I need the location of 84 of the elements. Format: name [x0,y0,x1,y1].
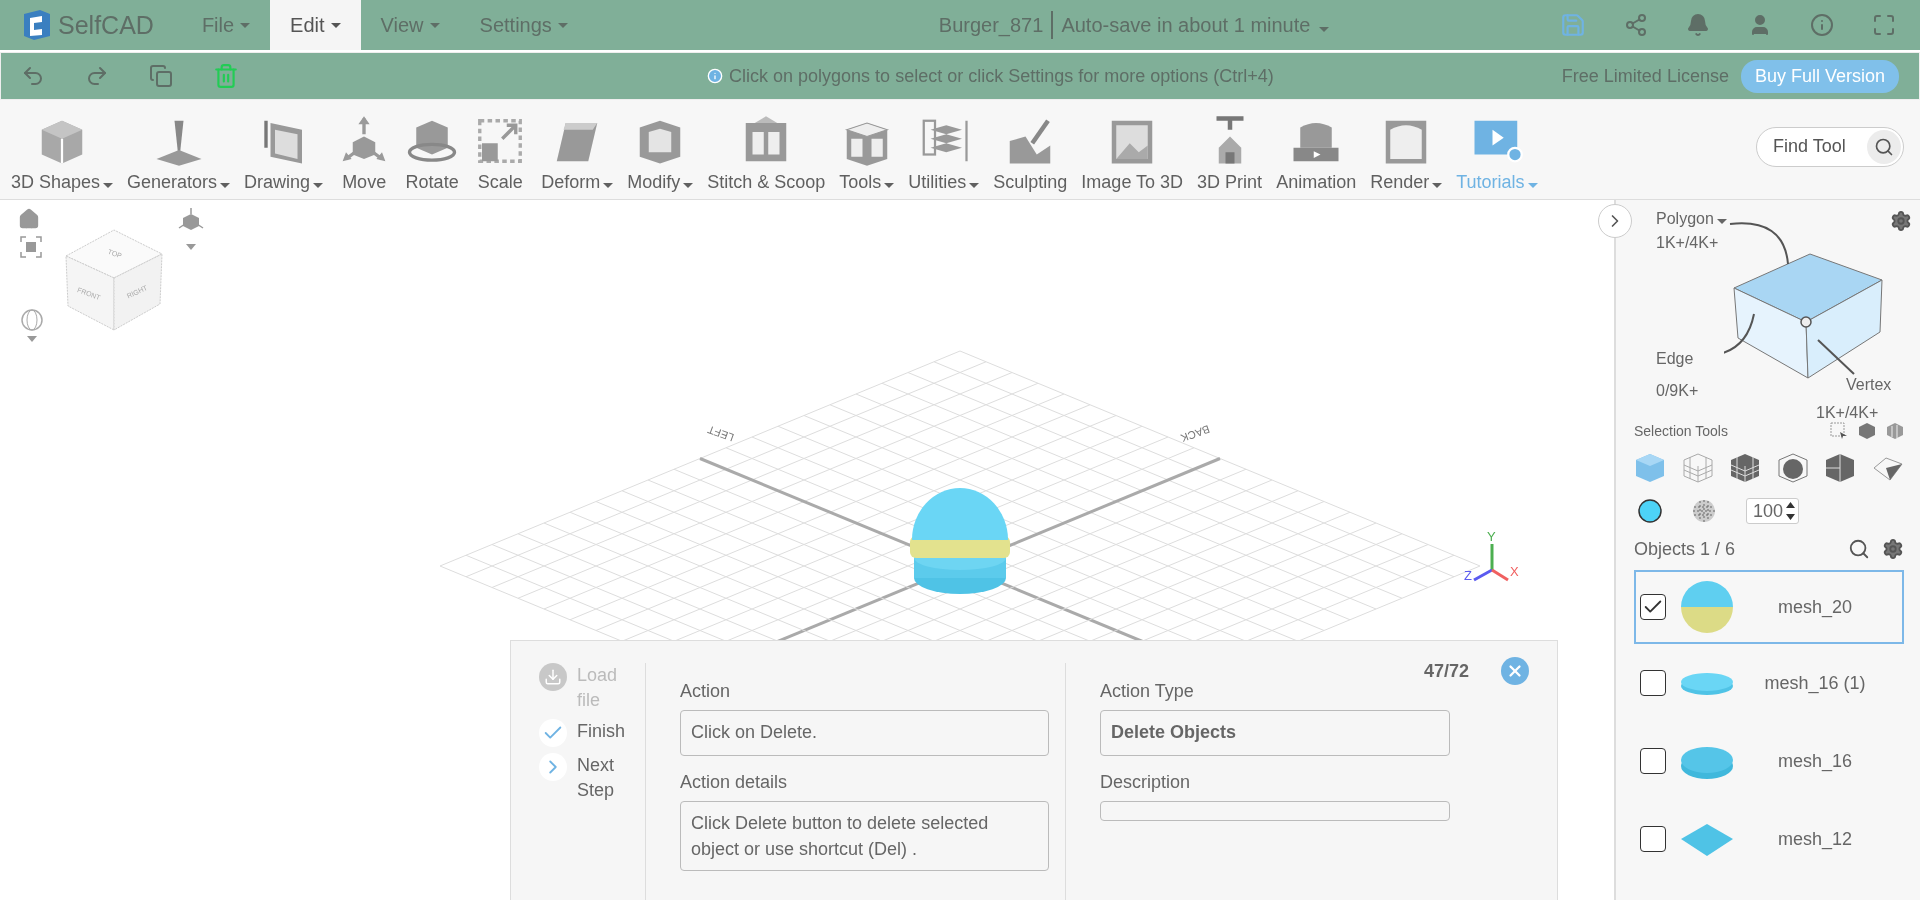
step-counter: 47/72 [1423,661,1469,682]
tool-button[interactable]: Sculpting [986,114,1075,193]
field-label: Description [1100,772,1192,793]
axis-label: Z [1464,568,1472,583]
tool-button[interactable]: Scale [466,114,535,193]
share-icon[interactable] [1624,13,1648,37]
texture-sphere-icon[interactable] [1692,499,1716,523]
orbit-icon[interactable] [20,308,44,344]
menu-item[interactable]: Edit [270,0,361,50]
fit-view-icon[interactable] [20,236,42,258]
project-name: Burger_871 [938,13,1044,37]
object-row[interactable]: mesh_16 (1) [1634,644,1904,722]
step-button[interactable]: Finish [539,719,645,747]
info-icon[interactable] [1810,13,1834,37]
copy-icon[interactable] [149,64,173,88]
checkbox[interactable] [1640,594,1666,620]
undo-icon[interactable] [21,64,45,88]
step-button[interactable]: Next Step [539,753,645,803]
logo-text: SelfCAD [58,10,154,40]
opacity-stepper[interactable]: 100 [1746,498,1800,524]
license-text: Free Limited License [1561,65,1729,87]
axis-label: X [1510,564,1519,579]
tool-button[interactable]: Drawing [237,114,331,193]
checkbox[interactable] [1640,826,1666,852]
checkbox[interactable] [1640,670,1666,696]
tool-button[interactable]: Deform [534,114,621,193]
grid-side-label: LEFT [705,423,736,444]
search-icon[interactable] [1848,538,1870,560]
action-field: Click on Delete. [680,710,1049,756]
edge-count: 0/9K+ [1656,382,1699,400]
collapse-button[interactable] [1598,204,1632,238]
tool-button[interactable]: Rotate [398,114,467,193]
object-row[interactable]: mesh_12 [1634,800,1904,878]
field-label: Action details [680,772,789,793]
checkbox[interactable] [1640,748,1666,774]
hint-text: Click on polygons to select or click Settings for more options (Ctrl+4) [729,65,1274,87]
action-type-field: Delete Objects [1100,710,1450,756]
object-row[interactable]: mesh_16 [1634,722,1904,800]
axis-label: Y [1487,530,1496,544]
color-swatch[interactable] [1638,499,1662,523]
grid-cube-icon[interactable] [1729,452,1762,484]
tool-button[interactable]: Stitch & Scoop [700,114,833,193]
search-icon [1874,136,1894,157]
settings-icon[interactable] [1890,210,1912,232]
cube-icon[interactable] [1824,452,1857,484]
tool-button[interactable]: Utilities [901,114,987,193]
box-select-icon[interactable] [1830,422,1848,440]
close-button[interactable] [1501,657,1529,685]
sphere-in-cube-icon[interactable] [1776,452,1809,484]
fullscreen-icon[interactable] [1872,13,1896,37]
object-row[interactable]: mesh_20 [1634,570,1904,644]
object-thumbnail [1680,580,1734,634]
tool-button[interactable]: Tools [832,114,902,193]
up-down-arrows-icon [1785,500,1797,522]
cube-icon[interactable] [1858,422,1876,440]
polygon-count: 1K+/4K+ [1656,234,1719,252]
tool-button[interactable]: Render [1363,114,1450,193]
info-icon [707,68,724,84]
tool-button[interactable]: Move [330,114,399,193]
close-icon [1506,662,1524,680]
home-icon[interactable] [18,208,40,230]
edge-label: Edge [1656,350,1694,368]
tool-button[interactable]: 3D Print [1190,114,1270,193]
tool-button[interactable]: Image To 3D [1074,114,1191,193]
vertex-label: Vertex [1846,376,1892,394]
settings-icon[interactable] [1882,538,1904,560]
tool-button[interactable]: Animation [1269,114,1364,193]
tool-button[interactable]: Generators [120,114,238,193]
perspective-cube-icon[interactable] [176,206,206,252]
download-icon [544,668,562,686]
polygon-mode-dropdown[interactable]: Polygon [1656,210,1727,228]
grid-side-label: BACK [1179,423,1212,445]
redo-icon[interactable] [85,64,109,88]
vertex-count: 1K+/4K+ [1816,404,1879,422]
bell-icon[interactable] [1686,13,1710,37]
wire-grid-cube-icon[interactable] [1681,452,1714,484]
tool-button[interactable]: Modify [620,114,701,193]
field-label: Action [680,681,732,702]
cube-icon[interactable] [1886,422,1904,440]
field-label: Action Type [1100,681,1195,702]
objects-heading: Objects 1 / 6 [1634,538,1737,560]
section-title: Selection Tools [1634,423,1728,439]
action-details-field: Click Delete button to delete selected object or use shortcut (Del) . [680,801,1049,871]
tool-button[interactable]: 3D Shapes [4,114,121,193]
